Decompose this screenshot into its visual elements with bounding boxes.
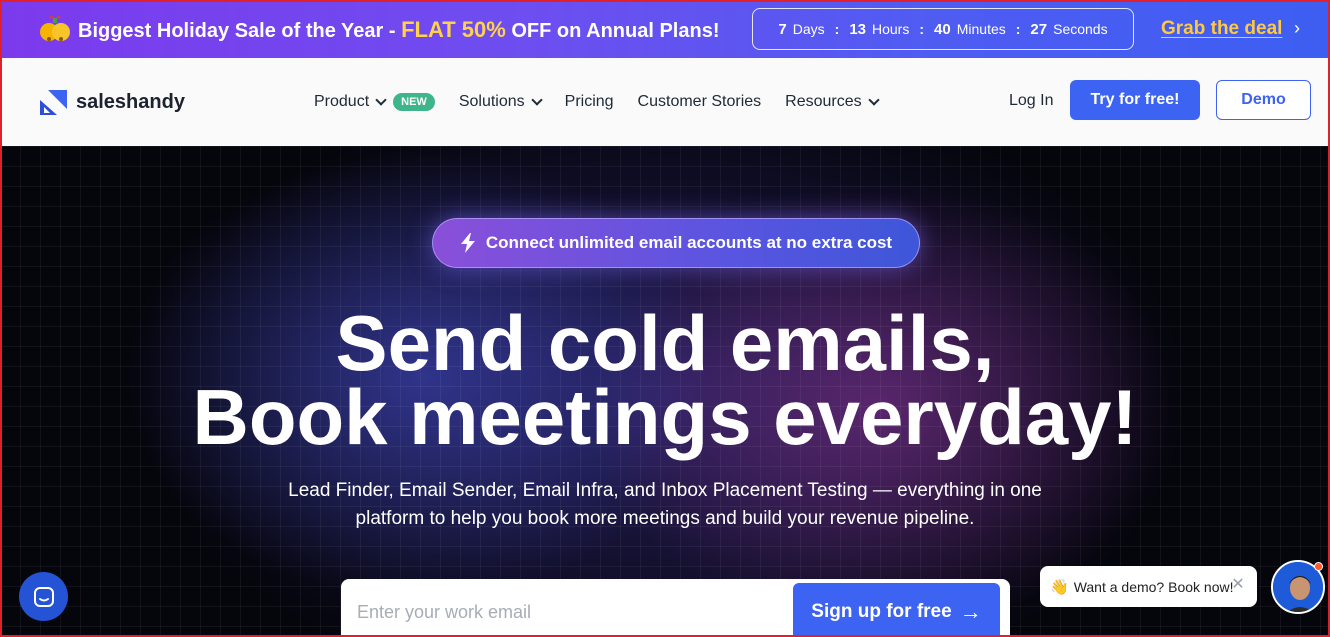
nav-item-resources[interactable]: Resources	[785, 93, 880, 111]
countdown-timer: 7 Days : 13 Hours : 40 Minutes : 27 Seconds	[752, 8, 1134, 50]
online-status-dot	[1314, 562, 1323, 571]
grab-deal-link[interactable]: Grab the deal	[1161, 18, 1282, 40]
hero-title-line-2: Book meetings everyday!	[192, 373, 1138, 461]
chat-launcher-button[interactable]	[19, 572, 68, 621]
gift-bells-icon	[40, 15, 70, 41]
promo-headline: Biggest Holiday Sale of the Year - FLAT …	[78, 17, 720, 42]
signup-form: Sign up for free→	[341, 579, 1010, 637]
top-navigation: saleshandy Product NEW Solutions Pricing…	[0, 58, 1330, 146]
new-badge: NEW	[393, 93, 435, 111]
arrow-right-icon: →	[959, 599, 982, 624]
hero-title-line-1: Send cold emails,	[335, 299, 995, 387]
chat-icon	[33, 586, 54, 607]
nav-item-solutions[interactable]: Solutions	[459, 93, 543, 111]
login-link[interactable]: Log In	[1009, 92, 1053, 110]
brand-name: saleshandy	[76, 91, 185, 113]
promo-highlight: FLAT 50%	[401, 17, 506, 42]
nav-item-pricing[interactable]: Pricing	[565, 93, 614, 111]
demo-button[interactable]: Demo	[1216, 80, 1311, 120]
chevron-down-icon	[530, 94, 543, 106]
chevron-right-icon[interactable]: ›	[1294, 18, 1300, 39]
waving-hand-icon: 👋	[1050, 578, 1069, 596]
demo-chat-bubble[interactable]: 👋 Want a demo? Book now! ✕	[1040, 566, 1257, 607]
close-icon[interactable]: ✕	[1229, 576, 1247, 594]
chevron-down-icon	[867, 94, 880, 106]
hero-subtitle-line-1: Lead Finder, Email Sender, Email Infra, …	[288, 480, 1042, 501]
saleshandy-logo-icon	[40, 90, 67, 115]
lightning-icon	[460, 233, 475, 253]
feature-pill: Connect unlimited email accounts at no e…	[432, 218, 920, 268]
signup-button[interactable]: Sign up for free →	[793, 583, 1000, 637]
hero-subtitle-line-2: platform to help you book more meetings …	[355, 508, 975, 529]
main-menu: Product NEW Solutions Pricing Customer S…	[314, 93, 902, 111]
nav-item-customer-stories[interactable]: Customer Stories	[638, 93, 762, 111]
brand-logo[interactable]: saleshandy	[40, 90, 185, 115]
nav-item-product[interactable]: Product NEW	[314, 93, 435, 111]
promo-banner: Biggest Holiday Sale of the Year - FLAT …	[0, 0, 1330, 58]
work-email-input[interactable]	[357, 597, 777, 627]
hero-section: Connect unlimited email accounts at no e…	[0, 146, 1330, 637]
chevron-down-icon	[375, 94, 387, 106]
try-for-free-button[interactable]: Try for free!	[1070, 80, 1200, 120]
